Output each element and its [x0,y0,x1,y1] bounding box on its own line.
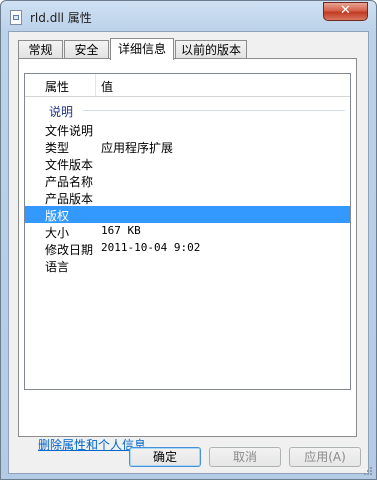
property-value: 应用程序扩展 [101,141,174,155]
ok-button[interactable]: 确定 [129,447,201,467]
window-title: rld.dll 属性 [30,11,92,25]
list-item[interactable]: 修改日期 2011-10-04 9:02 [25,240,350,257]
tab-label: 详细信息 [117,42,166,56]
apply-button[interactable]: 应用(A) [289,447,361,467]
list-header: 属性 值 [25,74,350,97]
list-item[interactable]: 文件说明 [25,121,350,138]
tab-label: 常规 [28,43,53,57]
properties-dialog: rld.dll 属性 ✕ 常规 安全 详细信息 以前的版本 属性 值 说明 文件… [0,0,377,480]
group-divider [83,110,345,111]
list-item[interactable]: 大小 167 KB [25,223,350,240]
dialog-body: 常规 安全 详细信息 以前的版本 属性 值 说明 文件说明 类型 应用程序扩展 … [8,31,369,474]
property-name: 修改日期 [45,243,94,257]
property-name: 产品名称 [45,175,94,189]
column-header-property[interactable]: 属性 [45,78,69,95]
list-item[interactable]: 文件版本 [25,155,350,172]
tab-label: 安全 [74,43,99,57]
property-name: 文件说明 [45,124,94,138]
property-name: 产品版本 [45,192,94,206]
tab-previous-versions[interactable]: 以前的版本 [175,40,247,60]
close-icon: ✕ [340,3,351,18]
list-item[interactable]: 语言 [25,257,350,274]
dll-file-icon [10,10,22,25]
cancel-button[interactable]: 取消 [209,447,281,467]
column-header-value[interactable]: 值 [101,78,113,95]
details-list[interactable]: 属性 值 说明 文件说明 类型 应用程序扩展 文件版本 产品名称 产品版本 版权… [24,73,351,390]
tab-label: 以前的版本 [180,43,241,57]
group-header-description: 说明 [49,105,74,119]
list-item[interactable]: 产品名称 [25,172,350,189]
property-name: 语言 [45,260,70,274]
list-item[interactable]: 类型 应用程序扩展 [25,138,350,155]
tab-details[interactable]: 详细信息 [110,38,174,60]
close-button[interactable]: ✕ [323,2,368,21]
list-item-selected[interactable]: 版权 [25,206,350,223]
property-name: 版权 [45,209,70,223]
property-value: 167 KB [101,224,141,237]
title-bar[interactable]: rld.dll 属性 ✕ [1,1,376,31]
property-name: 类型 [45,141,70,155]
property-name: 大小 [45,226,70,240]
tab-general[interactable]: 常规 [18,40,63,60]
property-name: 文件版本 [45,158,94,172]
column-divider[interactable] [95,74,96,96]
list-item[interactable]: 产品版本 [25,189,350,206]
tab-security[interactable]: 安全 [64,40,109,60]
resize-grip-icon[interactable] [363,466,373,476]
property-value: 2011-10-04 9:02 [101,241,201,254]
